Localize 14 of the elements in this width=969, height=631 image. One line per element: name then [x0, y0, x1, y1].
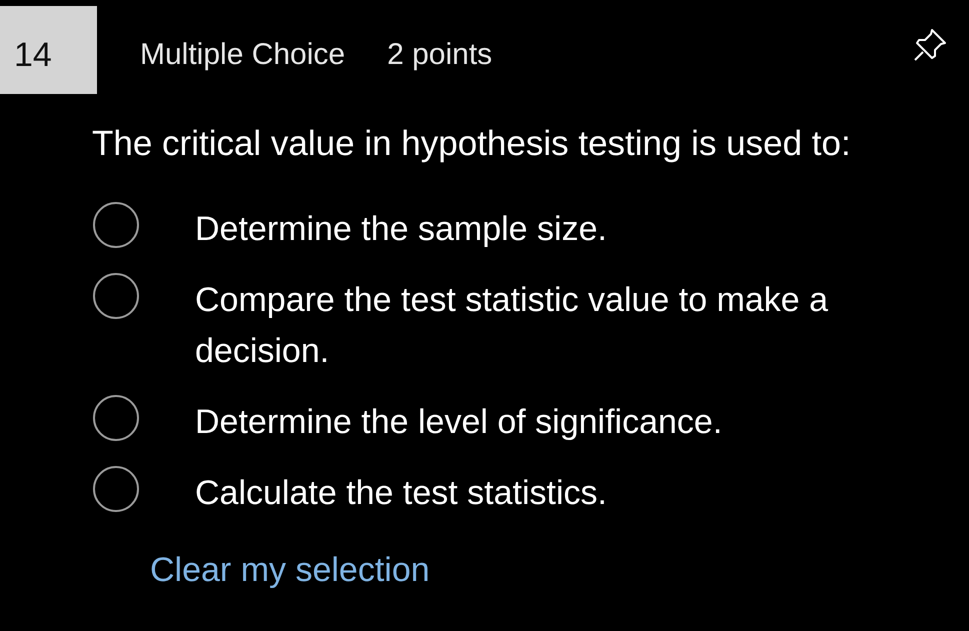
clear-selection-link[interactable]: Clear my selection [150, 544, 430, 596]
question-type: Multiple Choice [140, 37, 346, 73]
radio-button[interactable] [93, 272, 139, 318]
option-label[interactable]: Compare the test statistic value to make a decision. [195, 274, 915, 376]
radio-button[interactable] [93, 466, 139, 512]
option-label[interactable]: Determine the level of significance. [195, 396, 915, 448]
pin-icon[interactable] [913, 28, 947, 62]
radio-button[interactable] [93, 394, 139, 440]
radio-button[interactable] [93, 202, 139, 248]
option-label[interactable]: Determine the sample size. [195, 204, 915, 254]
question-text: The critical value in hypothesis testing is used to: [92, 123, 852, 165]
points-label: 2 points [387, 37, 492, 73]
option-label[interactable]: Calculate the test statistics. [195, 468, 915, 518]
question-number: 14 [0, 6, 97, 94]
